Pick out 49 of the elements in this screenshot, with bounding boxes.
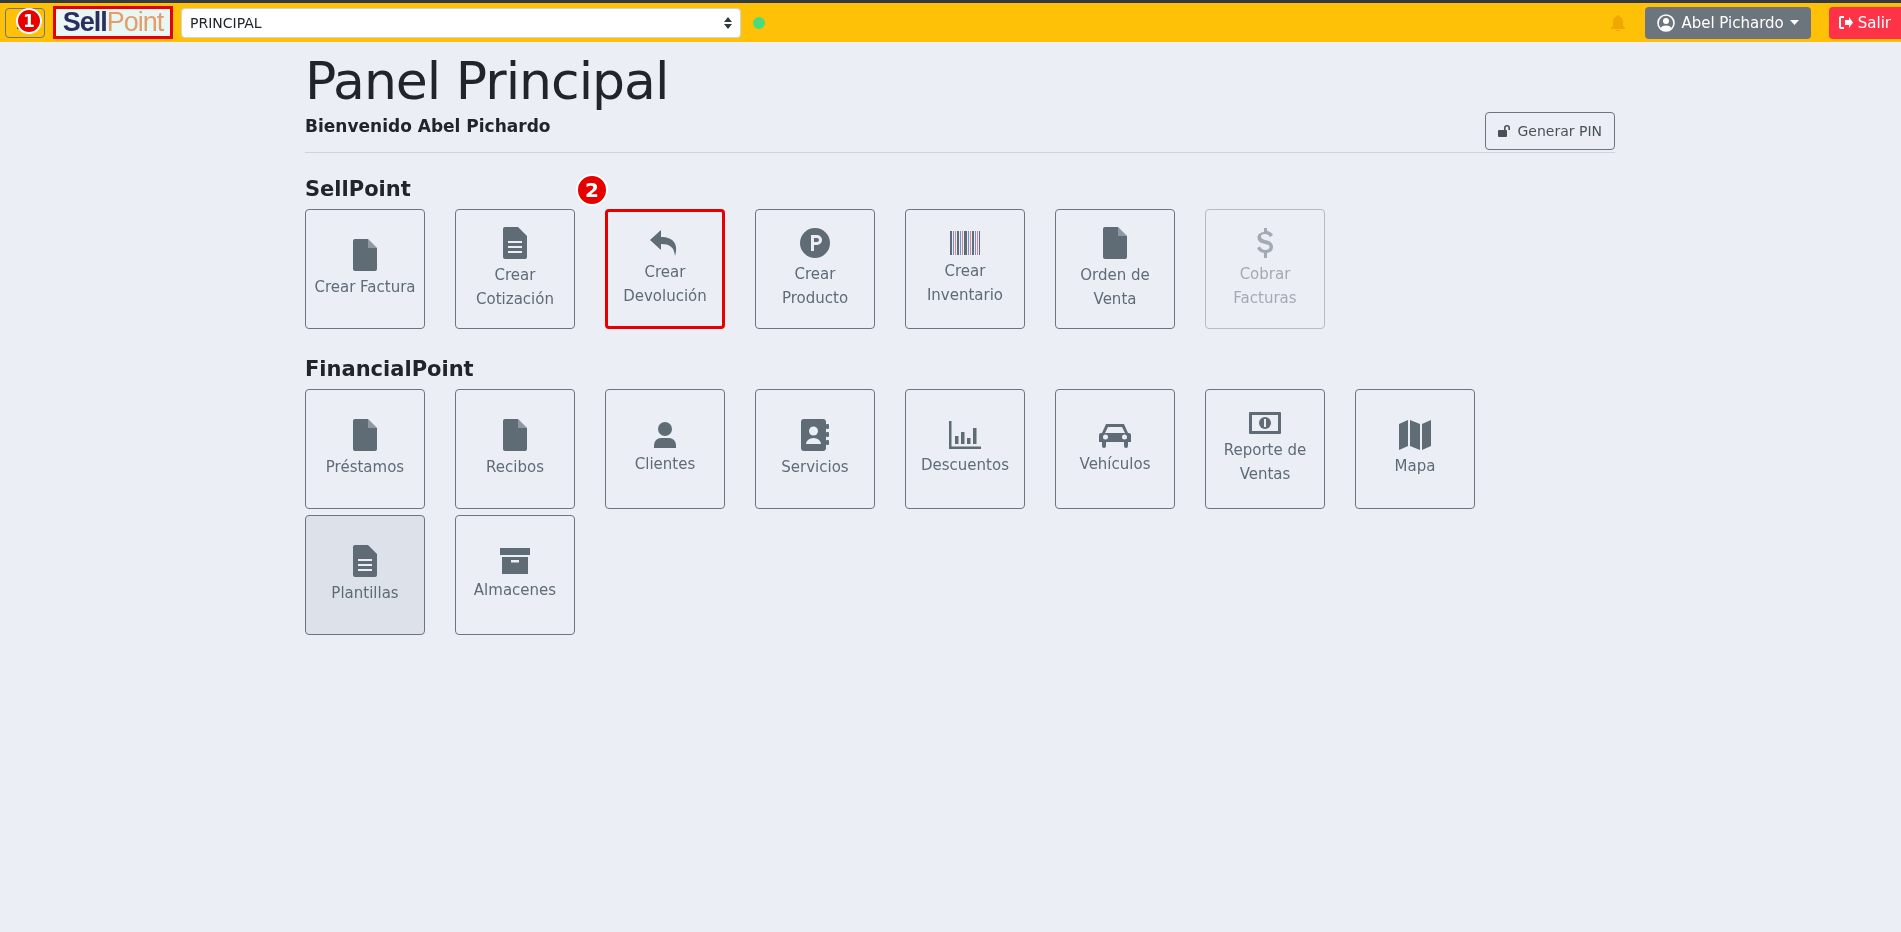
step-marker: 1 [16,8,42,34]
sort-icon [724,16,732,29]
document-icon [353,545,377,578]
document-icon [503,227,527,260]
menu-tile: Cobrar Facturas [1205,209,1325,330]
menu-tile[interactable]: Orden de Venta [1055,209,1175,330]
dollar-icon [1256,228,1274,259]
file-icon [1103,227,1127,260]
p-circle-icon [800,228,830,259]
sign-out-icon [1838,16,1853,29]
menu-tile[interactable]: Crear Factura [305,209,425,330]
menu-tile[interactable]: Reporte de Ventas [1205,389,1325,510]
file-icon [353,419,377,452]
bell-icon [1611,14,1626,31]
address-book-icon [801,419,829,452]
menu-tile[interactable]: Crear Cotización [455,209,575,330]
menu-tile[interactable]: Almacenes [455,515,575,636]
banknote-icon [1249,412,1281,435]
menu-tile[interactable]: Plantillas [305,515,425,636]
car-icon [1099,422,1131,449]
menu-tile[interactable]: Servicios [755,389,875,510]
menu-tile[interactable]: Clientes [605,389,725,510]
branch-select[interactable]: PRINCIPAL [181,7,741,38]
menu-tile[interactable]: Recibos [455,389,575,510]
menu-tile[interactable]: Crear Inventario [905,209,1025,330]
user-menu-button[interactable]: Abel Pichardo [1645,6,1811,39]
menu-tile[interactable]: Mapa [1355,389,1475,510]
menu-tile[interactable]: Crear Producto [755,209,875,330]
logout-button[interactable]: Salir [1828,6,1901,39]
caret-icon [1789,20,1799,25]
person-icon [654,422,676,449]
section-title: SellPoint [305,177,411,202]
barcode-icon [950,231,980,256]
folded-map-icon [1399,420,1431,451]
user-circle-icon [1657,13,1676,32]
welcome-text: Bienvenido Abel Pichardo [305,116,551,137]
generate-pin-button[interactable]: Generar PIN [1485,112,1615,151]
app-logo[interactable]: SellPoint [53,6,173,39]
section-title: FinancialPoint [305,357,474,382]
page-title: Panel Principal [305,50,670,113]
step-marker: 2 [576,174,608,207]
unlock-icon [1498,125,1513,138]
menu-tile[interactable]: Descuentos [905,389,1025,510]
file-icon [353,239,377,272]
menu-tile[interactable]: Préstamos [305,389,425,510]
bar-chart-icon [949,421,981,450]
archive-box-icon [500,548,530,575]
file-icon [503,419,527,452]
menu-tile[interactable]: Vehículos [1055,389,1175,510]
